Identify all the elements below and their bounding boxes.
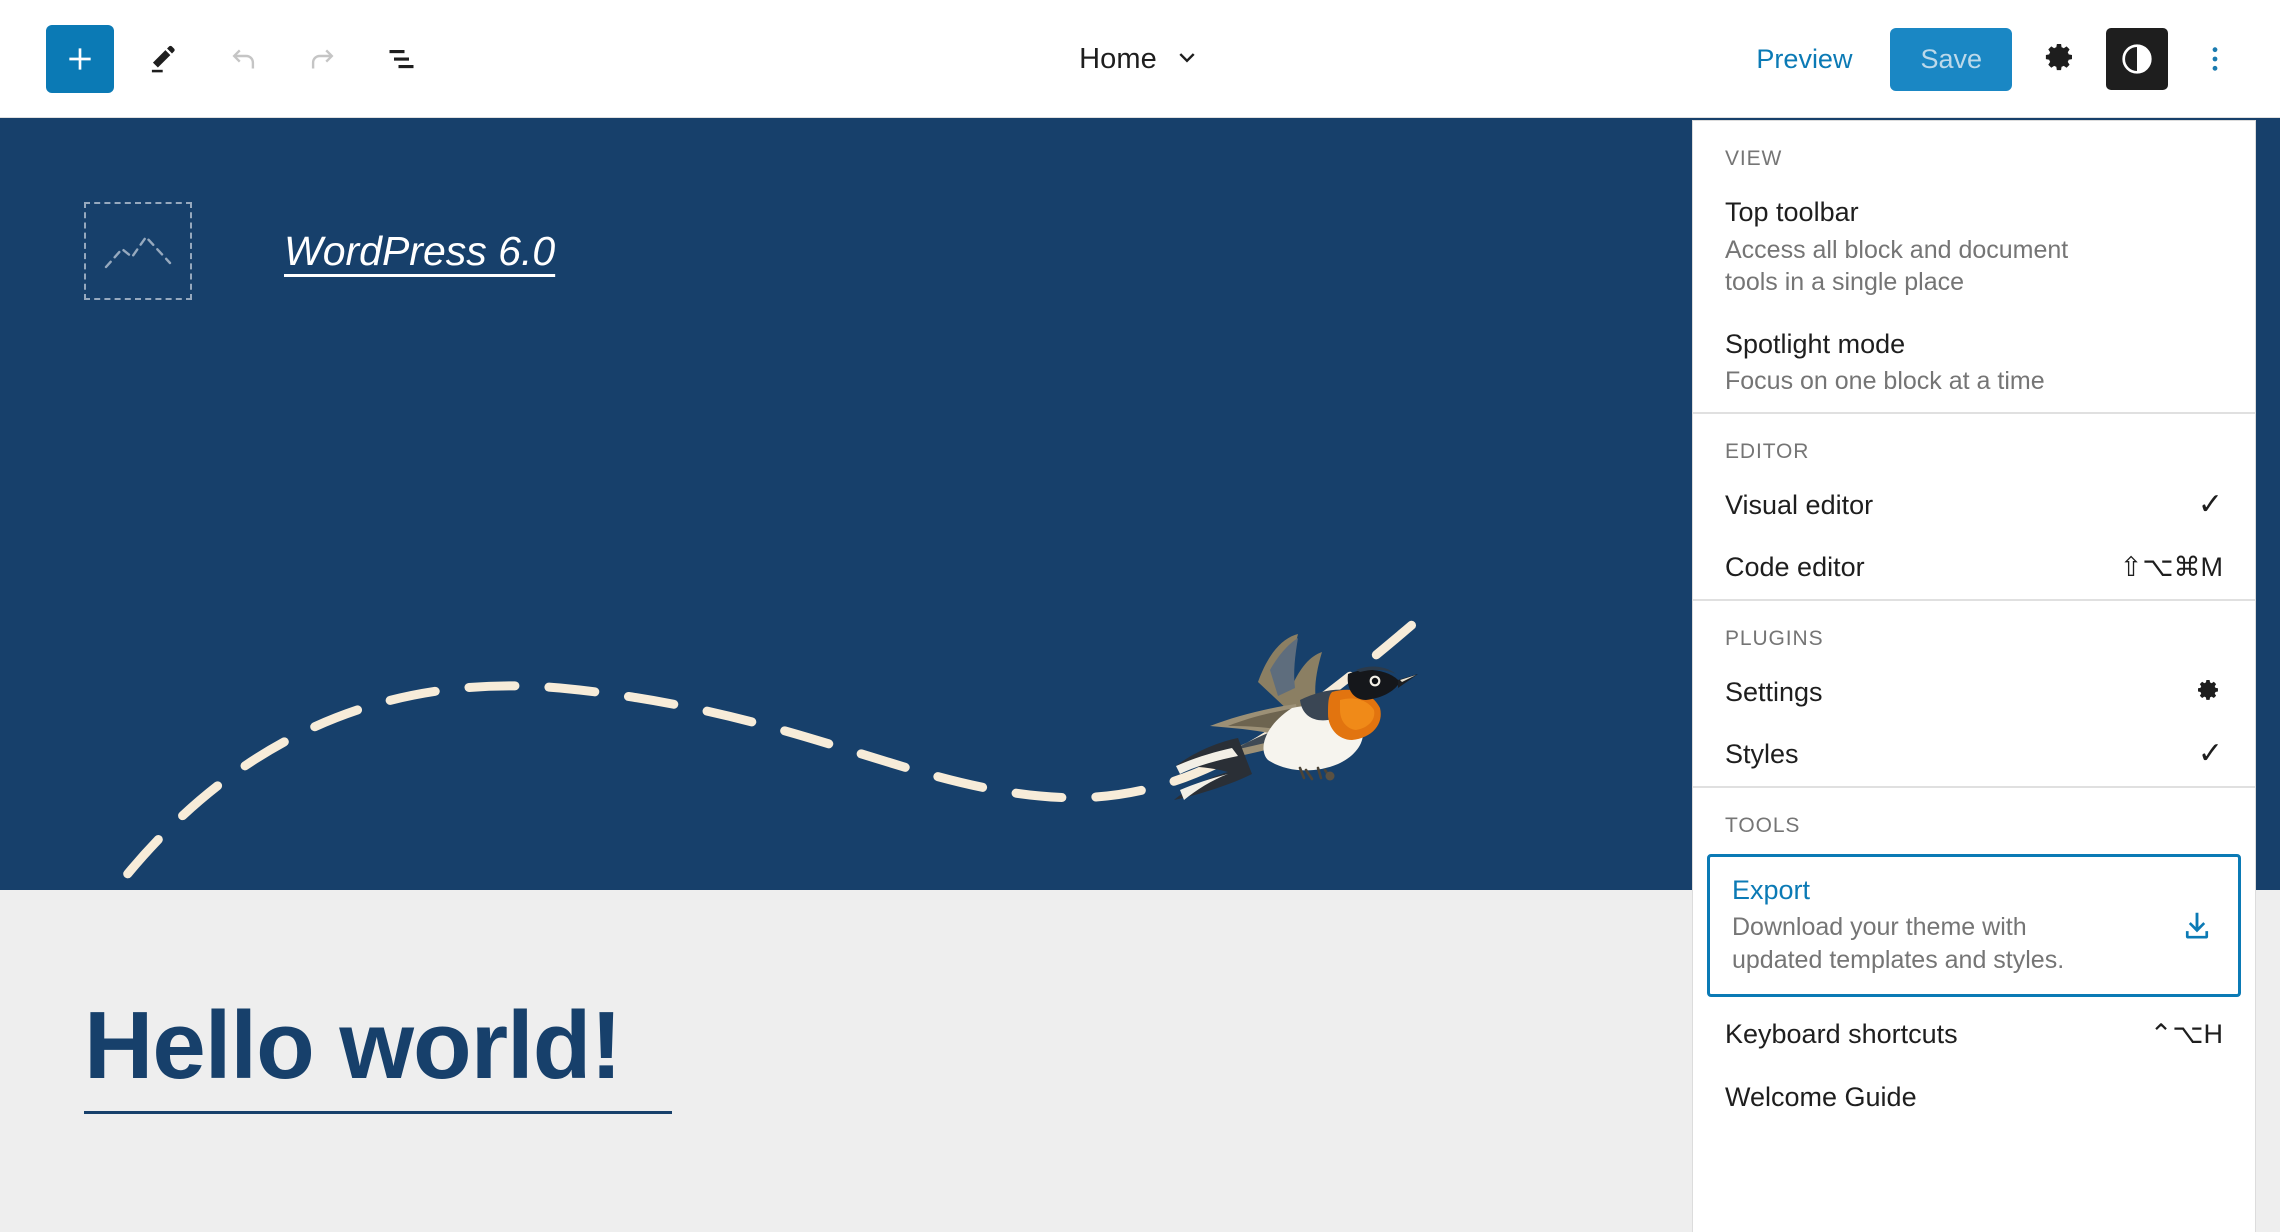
menu-item-welcome-guide[interactable]: Welcome Guide [1693, 1066, 2255, 1129]
check-glyph: ✓ [2197, 737, 2223, 771]
menu-item-aside-empty [2183, 195, 2223, 197]
menu-item-keyboard-shortcuts[interactable]: Keyboard shortcuts ⌃⌥H [1693, 1003, 2255, 1066]
menu-item-description: Download your theme with updated templat… [1732, 913, 2065, 974]
menu-item-label: Styles [1725, 739, 1799, 770]
site-editor-root: Home Preview Save WordPress 6.0 Hello wo… [0, 0, 2280, 1232]
menu-item-top-toolbar[interactable]: Top toolbar Access all block and document… [1693, 181, 2255, 313]
menu-item-label: Keyboard shortcuts [1725, 1019, 1958, 1050]
site-title[interactable]: WordPress 6.0 [284, 228, 555, 275]
check-glyph: ✓ [2197, 487, 2223, 521]
document-title-dropdown[interactable]: Home [1061, 33, 1219, 86]
menu-item-description: Access all block and document tools in a… [1725, 235, 2069, 297]
menu-group-label: VIEW [1725, 147, 1783, 170]
menu-item-settings[interactable]: Settings [1693, 661, 2255, 724]
menu-item-text: Settings [1725, 675, 2167, 710]
more-options-button[interactable] [2184, 28, 2246, 90]
post-title[interactable]: Hello world! [84, 995, 622, 1097]
more-options-menu: VIEW Top toolbar Access all block and docu… [1692, 120, 2256, 1232]
menu-group-editor: EDITOR Visual editor ✓ Code editor ⇧⌥⌘M [1693, 411, 2255, 599]
redo-button[interactable] [292, 28, 354, 90]
preview-button[interactable]: Preview [1732, 30, 1876, 89]
menu-item-label: Visual editor [1725, 489, 1874, 520]
menu-item-text: Keyboard shortcuts [1725, 1017, 2134, 1052]
header-left-tools [0, 24, 434, 93]
menu-item-shortcut: ⇧⌥⌘M [2119, 552, 2223, 583]
menu-item-spotlight-mode[interactable]: Spotlight mode Focus on one block at a ti… [1693, 313, 2255, 412]
menu-item-text: Export Download your theme with updated t… [1732, 873, 2160, 977]
menu-group-view: VIEW Top toolbar Access all block and docu… [1693, 121, 2255, 412]
menu-item-export[interactable]: Export Download your theme with updated t… [1707, 853, 2241, 998]
editor-header: Home Preview Save [0, 0, 2280, 118]
dashed-curve-decoration [0, 548, 1500, 890]
site-logo-placeholder[interactable] [84, 202, 192, 300]
menu-item-visual-editor[interactable]: Visual editor ✓ [1693, 474, 2255, 537]
document-title-label: Home [1079, 42, 1157, 75]
menu-group-tools: TOOLS Export Download your theme with upda… [1693, 785, 2255, 1129]
menu-item-label: Welcome Guide [1725, 1081, 1917, 1112]
list-view-button[interactable] [372, 28, 434, 90]
menu-item-text: Spotlight mode Focus on one block at a ti… [1725, 327, 2167, 398]
menu-item-code-editor[interactable]: Code editor ⇧⌥⌘M [1693, 536, 2255, 599]
menu-item-styles[interactable]: Styles ✓ [1693, 723, 2255, 786]
check-icon: ✓ [2183, 488, 2223, 520]
undo-button[interactable] [212, 28, 274, 90]
menu-item-text: Top toolbar Access all block and document… [1725, 195, 2167, 299]
settings-sidebar-button[interactable] [2028, 28, 2090, 90]
menu-item-label: Top toolbar [1725, 197, 1859, 227]
check-icon: ✓ [2183, 737, 2223, 769]
menu-item-label: Code editor [1725, 552, 1865, 583]
menu-group-label: PLUGINS [1725, 626, 1824, 650]
menu-item-aside-empty [2183, 327, 2223, 329]
menu-item-text: Visual editor [1725, 488, 2167, 523]
menu-group-label: TOOLS [1725, 813, 1801, 837]
download-icon [2176, 905, 2216, 945]
bird-illustration [1150, 630, 1420, 830]
edit-tool-button[interactable] [132, 28, 194, 90]
block-inserter-button[interactable] [46, 24, 114, 93]
menu-group-plugins: PLUGINS Settings Styles ✓ [1693, 598, 2255, 786]
menu-group-list: VIEW Top toolbar Access all block and docu… [1693, 121, 2255, 1128]
menu-item-label: Settings [1725, 676, 1823, 707]
chevron-down-icon [1173, 45, 1201, 73]
save-button[interactable]: Save [1890, 27, 2012, 91]
menu-item-text: Welcome Guide [1725, 1080, 2167, 1115]
menu-item-label: Spotlight mode [1725, 328, 1906, 359]
menu-item-aside-empty [2183, 1080, 2223, 1082]
menu-group-label: EDITOR [1725, 439, 1810, 463]
post-title-underline [84, 1110, 672, 1114]
styles-sidebar-button[interactable] [2106, 28, 2168, 90]
gear-icon [2183, 675, 2223, 707]
menu-item-label: Export [1732, 874, 1811, 905]
menu-item-text: Code editor [1725, 550, 2104, 585]
menu-item-shortcut: ⌃⌥H [2149, 1019, 2223, 1050]
menu-item-description: Focus on one block at a time [1725, 367, 2045, 396]
header-right-actions: Preview Save [1732, 0, 2246, 118]
menu-item-text: Styles [1725, 737, 2167, 772]
